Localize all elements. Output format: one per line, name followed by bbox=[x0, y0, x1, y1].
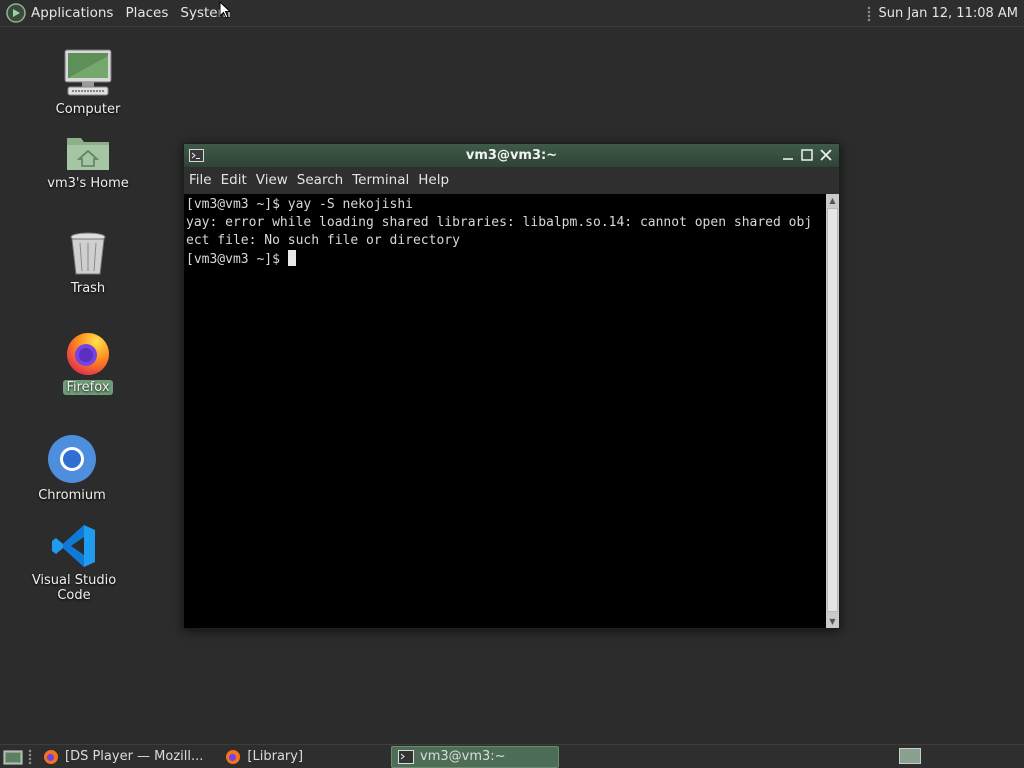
window-titlebar[interactable]: vm3@vm3:~ bbox=[184, 144, 839, 167]
show-desktop-icon[interactable] bbox=[3, 749, 23, 765]
menu-view[interactable]: View bbox=[256, 172, 288, 188]
firefox-icon bbox=[67, 333, 109, 375]
text-cursor bbox=[287, 250, 296, 266]
terminal-line: ect file: No such file or directory bbox=[186, 233, 460, 248]
panel-handle[interactable] bbox=[867, 5, 872, 22]
terminal-window[interactable]: vm3@vm3:~ File Edit View Search Terminal… bbox=[183, 143, 840, 629]
desktop-label: Trash bbox=[70, 281, 106, 296]
terminal-icon bbox=[189, 149, 204, 162]
chromium-icon bbox=[48, 435, 96, 483]
scroll-up-icon[interactable]: ▲ bbox=[826, 194, 839, 207]
menu-search[interactable]: Search bbox=[297, 172, 343, 188]
terminal-scrollbar[interactable]: ▲ ▼ bbox=[826, 194, 839, 628]
mouse-cursor-icon bbox=[219, 1, 231, 19]
taskbar-item-terminal[interactable]: vm3@vm3:~ bbox=[391, 745, 560, 768]
minimize-icon bbox=[783, 158, 793, 160]
desktop-icon-vscode[interactable]: Visual Studio Code bbox=[14, 523, 134, 603]
vscode-icon bbox=[52, 525, 95, 567]
mint-menu-icon[interactable] bbox=[5, 2, 27, 24]
taskbar-label: vm3@vm3:~ bbox=[420, 749, 506, 764]
taskbar-item-ds-player[interactable]: [DS Player — Mozill... bbox=[37, 746, 209, 768]
top-panel: Applications Places System Sun Jan 12, 1… bbox=[0, 0, 1024, 27]
home-folder-icon bbox=[67, 138, 109, 170]
menu-file[interactable]: File bbox=[189, 172, 212, 188]
terminal-line: [vm3@vm3 ~]$ yay -S nekojishi bbox=[186, 197, 413, 212]
desktop-icon-chromium[interactable]: Chromium bbox=[12, 434, 132, 503]
applications-menu[interactable]: Applications bbox=[31, 5, 113, 21]
desktop-label: Firefox bbox=[63, 380, 113, 395]
desktop-icon-firefox[interactable]: Firefox bbox=[28, 330, 148, 395]
menu-help[interactable]: Help bbox=[418, 172, 449, 188]
desktop-label: Computer bbox=[55, 102, 121, 117]
desktop-label: Visual Studio Code bbox=[31, 573, 117, 603]
trash-icon bbox=[70, 232, 106, 275]
taskbar-label: [Library] bbox=[247, 749, 304, 764]
desktop-label: vm3's Home bbox=[47, 176, 129, 191]
desktop-icon-computer[interactable]: Computer bbox=[28, 48, 148, 117]
desktop-icon-home[interactable]: vm3's Home bbox=[28, 132, 148, 191]
clock[interactable]: Sun Jan 12, 11:08 AM bbox=[878, 6, 1018, 21]
minimize-button[interactable] bbox=[779, 146, 797, 164]
menu-terminal[interactable]: Terminal bbox=[352, 172, 409, 188]
terminal-prompt: [vm3@vm3 ~]$ bbox=[186, 252, 288, 267]
close-button[interactable] bbox=[817, 146, 835, 164]
scroll-down-icon[interactable]: ▼ bbox=[826, 615, 839, 628]
terminal-line: yay: error while loading shared librarie… bbox=[186, 215, 813, 230]
desktop-icon-trash[interactable]: Trash bbox=[28, 231, 148, 296]
scroll-thumb[interactable] bbox=[827, 208, 838, 612]
panel-handle[interactable] bbox=[28, 748, 32, 765]
terminal-icon bbox=[398, 749, 415, 764]
taskbar-item-library[interactable]: [Library] bbox=[219, 746, 309, 768]
panel-tray: Sun Jan 12, 11:08 AM bbox=[867, 0, 1018, 27]
menu-edit[interactable]: Edit bbox=[221, 172, 247, 188]
firefox-icon bbox=[226, 749, 241, 764]
terminal-output[interactable]: [vm3@vm3 ~]$ yay -S nekojishi yay: error … bbox=[184, 194, 827, 628]
terminal-prompt-line: [vm3@vm3 ~]$ bbox=[186, 250, 827, 269]
window-title: vm3@vm3:~ bbox=[465, 148, 558, 163]
maximize-icon bbox=[801, 149, 813, 161]
bottom-panel: [DS Player — Mozill... [Library] vm3@vm3… bbox=[0, 744, 1024, 768]
workspace-switcher[interactable] bbox=[899, 748, 921, 764]
maximize-button[interactable] bbox=[798, 146, 816, 164]
desktop-label: Chromium bbox=[38, 488, 106, 503]
taskbar-label: [DS Player — Mozill... bbox=[65, 749, 204, 764]
terminal-menubar: File Edit View Search Terminal Help bbox=[184, 167, 839, 193]
close-icon bbox=[820, 149, 832, 161]
computer-icon bbox=[64, 49, 112, 96]
firefox-icon bbox=[44, 749, 58, 764]
places-menu[interactable]: Places bbox=[125, 5, 168, 21]
